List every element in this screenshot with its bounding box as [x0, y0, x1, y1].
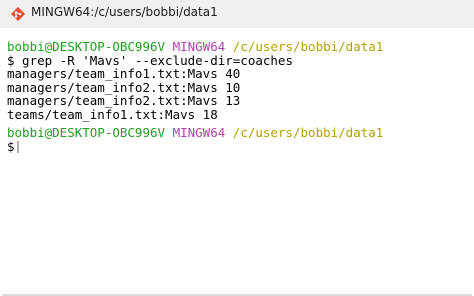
input-line[interactable]: $ — [7, 138, 19, 154]
output-line: teams/team_info1.txt:Mavs 18 — [7, 106, 218, 122]
input-prompt: $ — [7, 138, 15, 154]
output-line: managers/team_info1.txt:Mavs 40 — [7, 66, 241, 81]
prompt-path: /c/users/bobbi/data1 — [232, 39, 384, 54]
prompt-user-host: bobbi@DESKTOP-OBC996V — [7, 39, 166, 54]
prompt-line: bobbi@DESKTOP-OBC996V MINGW64 /c/users/b… — [7, 126, 383, 140]
output-line: managers/team_info2.txt:Mavs 13 — [7, 93, 241, 108]
title-bar[interactable]: MINGW64:/c/users/bobbi/data1 — [0, 0, 474, 28]
terminal-window: MINGW64:/c/users/bobbi/data1 bobbi@DESKT… — [0, 0, 474, 296]
git-bash-icon — [11, 7, 25, 21]
window-title: MINGW64:/c/users/bobbi/data1 — [31, 5, 218, 19]
prompt-shell: MINGW64 — [172, 39, 226, 54]
command-line: $ grep -R 'Mavs' --exclude-dir=coaches — [7, 52, 293, 68]
prompt-path: /c/users/bobbi/data1 — [232, 125, 384, 140]
terminal-area[interactable]: bobbi@DESKTOP-OBC996V MINGW64 /c/users/b… — [0, 28, 474, 296]
output-line: managers/team_info2.txt:Mavs 10 — [7, 79, 241, 95]
text-cursor — [16, 140, 19, 153]
prompt-shell: MINGW64 — [172, 125, 226, 140]
prompt-line: bobbi@DESKTOP-OBC996V MINGW64 /c/users/b… — [7, 40, 383, 54]
prompt-user-host: bobbi@DESKTOP-OBC996V — [7, 125, 166, 140]
